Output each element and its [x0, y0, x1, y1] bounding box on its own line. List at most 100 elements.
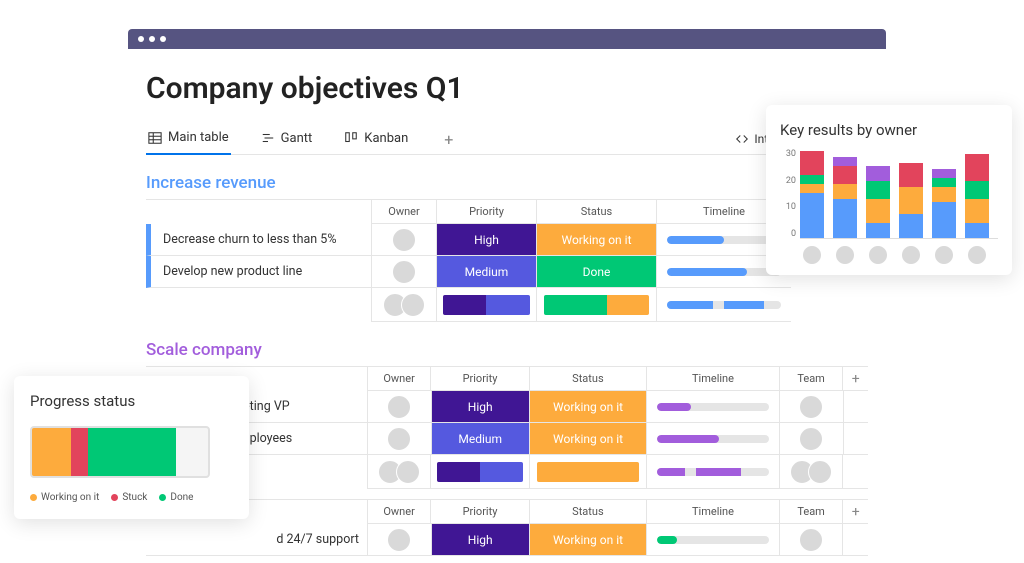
stacked-bar-chart: 30 20 10 0 [780, 149, 998, 239]
window-dot [138, 36, 144, 42]
item-name[interactable]: Develop new product line [146, 256, 371, 288]
owner-cell[interactable] [371, 224, 436, 256]
add-column-button[interactable]: + [842, 367, 868, 391]
avatar [387, 528, 411, 552]
column-headers: Owner Priority Status Timeline [146, 199, 868, 224]
avatar [835, 245, 855, 265]
priority-cell[interactable]: Medium [431, 423, 529, 455]
avatar [799, 528, 823, 552]
status-cell[interactable]: Working on it [529, 524, 647, 556]
page-title[interactable]: Company objectives Q1 [146, 71, 868, 106]
y-axis-labels: 30 20 10 0 [780, 149, 796, 239]
col-owner[interactable]: Owner [371, 200, 436, 224]
timeline-cell[interactable] [646, 391, 778, 423]
group-scale-company: Scale company Owner Priority Status Time… [146, 340, 868, 489]
legend-stuck: Stuck [111, 492, 147, 503]
window-titlebar [128, 29, 886, 49]
avatar [868, 245, 888, 265]
timeline-cell[interactable] [646, 524, 778, 556]
legend-done: Done [159, 492, 193, 503]
table-icon [148, 131, 162, 145]
priority-cell[interactable]: High [436, 224, 536, 256]
legend-working: Working on it [30, 492, 99, 503]
summary-owner[interactable] [371, 288, 436, 322]
item-name[interactable]: d 24/7 support [146, 524, 367, 556]
progress-battery [30, 426, 210, 478]
col-status[interactable]: Status [536, 200, 656, 224]
status-cell[interactable]: Done [536, 256, 656, 288]
tab-gantt[interactable]: Gantt [259, 125, 315, 154]
owner-cell[interactable] [371, 256, 436, 288]
add-view-button[interactable]: + [438, 130, 459, 149]
status-cell[interactable]: Working on it [529, 391, 647, 423]
tab-kanban[interactable]: Kanban [342, 125, 410, 154]
widget-title: Key results by owner [780, 121, 998, 139]
kanban-icon [344, 131, 358, 145]
timeline-cell[interactable] [646, 423, 778, 455]
table-row[interactable]: Hire new marketing VP High Working on it [146, 391, 868, 423]
add-column-button[interactable]: + [842, 500, 868, 524]
tab-main-table[interactable]: Main table [146, 124, 231, 155]
summary-timeline [656, 288, 791, 322]
table-row[interactable]: Decrease churn to less than 5% High Work… [146, 224, 868, 256]
avatar [808, 460, 832, 484]
avatar [392, 228, 416, 252]
group-increase-revenue: Increase revenue Owner Priority Status T… [146, 173, 868, 322]
avatar [967, 245, 987, 265]
column-headers: Owner Priority Status Timeline Team + [146, 499, 868, 524]
col-priority[interactable]: Priority [436, 200, 536, 224]
summary-priority [436, 288, 536, 322]
priority-cell[interactable]: High [431, 524, 529, 556]
owner-cell[interactable] [367, 423, 431, 455]
summary-priority [430, 455, 528, 489]
chart-bar [866, 166, 890, 238]
priority-cell[interactable]: High [431, 391, 529, 423]
chart-bar [899, 163, 923, 238]
col-status[interactable]: Status [529, 500, 647, 524]
chart-bar [932, 169, 956, 238]
status-cell[interactable]: Working on it [536, 224, 656, 256]
gantt-icon [261, 131, 275, 145]
table-row[interactable]: d 24/7 support High Working on it [146, 524, 868, 556]
team-cell[interactable] [779, 391, 843, 423]
integrate-icon [735, 132, 749, 146]
col-owner[interactable]: Owner [367, 367, 431, 391]
progress-status-widget[interactable]: Progress status Working on it Stuck Done [14, 376, 249, 519]
avatar [396, 460, 420, 484]
col-priority[interactable]: Priority [430, 500, 528, 524]
avatar [401, 293, 425, 317]
owner-cell[interactable] [367, 524, 431, 556]
col-status[interactable]: Status [529, 367, 647, 391]
table-row[interactable]: Hire 20 new employees Medium Working on … [146, 423, 868, 455]
avatar [799, 395, 823, 419]
col-priority[interactable]: Priority [430, 367, 528, 391]
status-cell[interactable]: Working on it [529, 423, 647, 455]
table-row[interactable]: Develop new product line Medium Done [146, 256, 868, 288]
chart-bar [800, 151, 824, 238]
group-title[interactable]: Increase revenue [146, 173, 868, 193]
team-cell[interactable] [779, 524, 843, 556]
group-summary [146, 288, 868, 322]
col-owner[interactable]: Owner [367, 500, 431, 524]
summary-owner[interactable] [367, 455, 431, 489]
col-team[interactable]: Team [779, 367, 843, 391]
avatar [799, 427, 823, 451]
legend: Working on it Stuck Done [30, 492, 233, 503]
col-team[interactable]: Team [779, 500, 843, 524]
avatar [934, 245, 954, 265]
chart-x-avatars [780, 245, 998, 265]
col-timeline[interactable]: Timeline [646, 500, 778, 524]
col-timeline[interactable]: Timeline [646, 367, 778, 391]
priority-cell[interactable]: Medium [436, 256, 536, 288]
avatar [387, 395, 411, 419]
chart-bar [833, 157, 857, 238]
summary-team[interactable] [779, 455, 843, 489]
group-title[interactable]: Scale company [146, 340, 868, 360]
item-name[interactable]: Decrease churn to less than 5% [146, 224, 371, 256]
avatar [901, 245, 921, 265]
team-cell[interactable] [779, 423, 843, 455]
summary-status [536, 288, 656, 322]
key-results-widget[interactable]: Key results by owner 30 20 10 0 [766, 105, 1012, 275]
view-toolbar: Main table Gantt Kanban + Integrate [146, 124, 868, 155]
owner-cell[interactable] [367, 391, 431, 423]
